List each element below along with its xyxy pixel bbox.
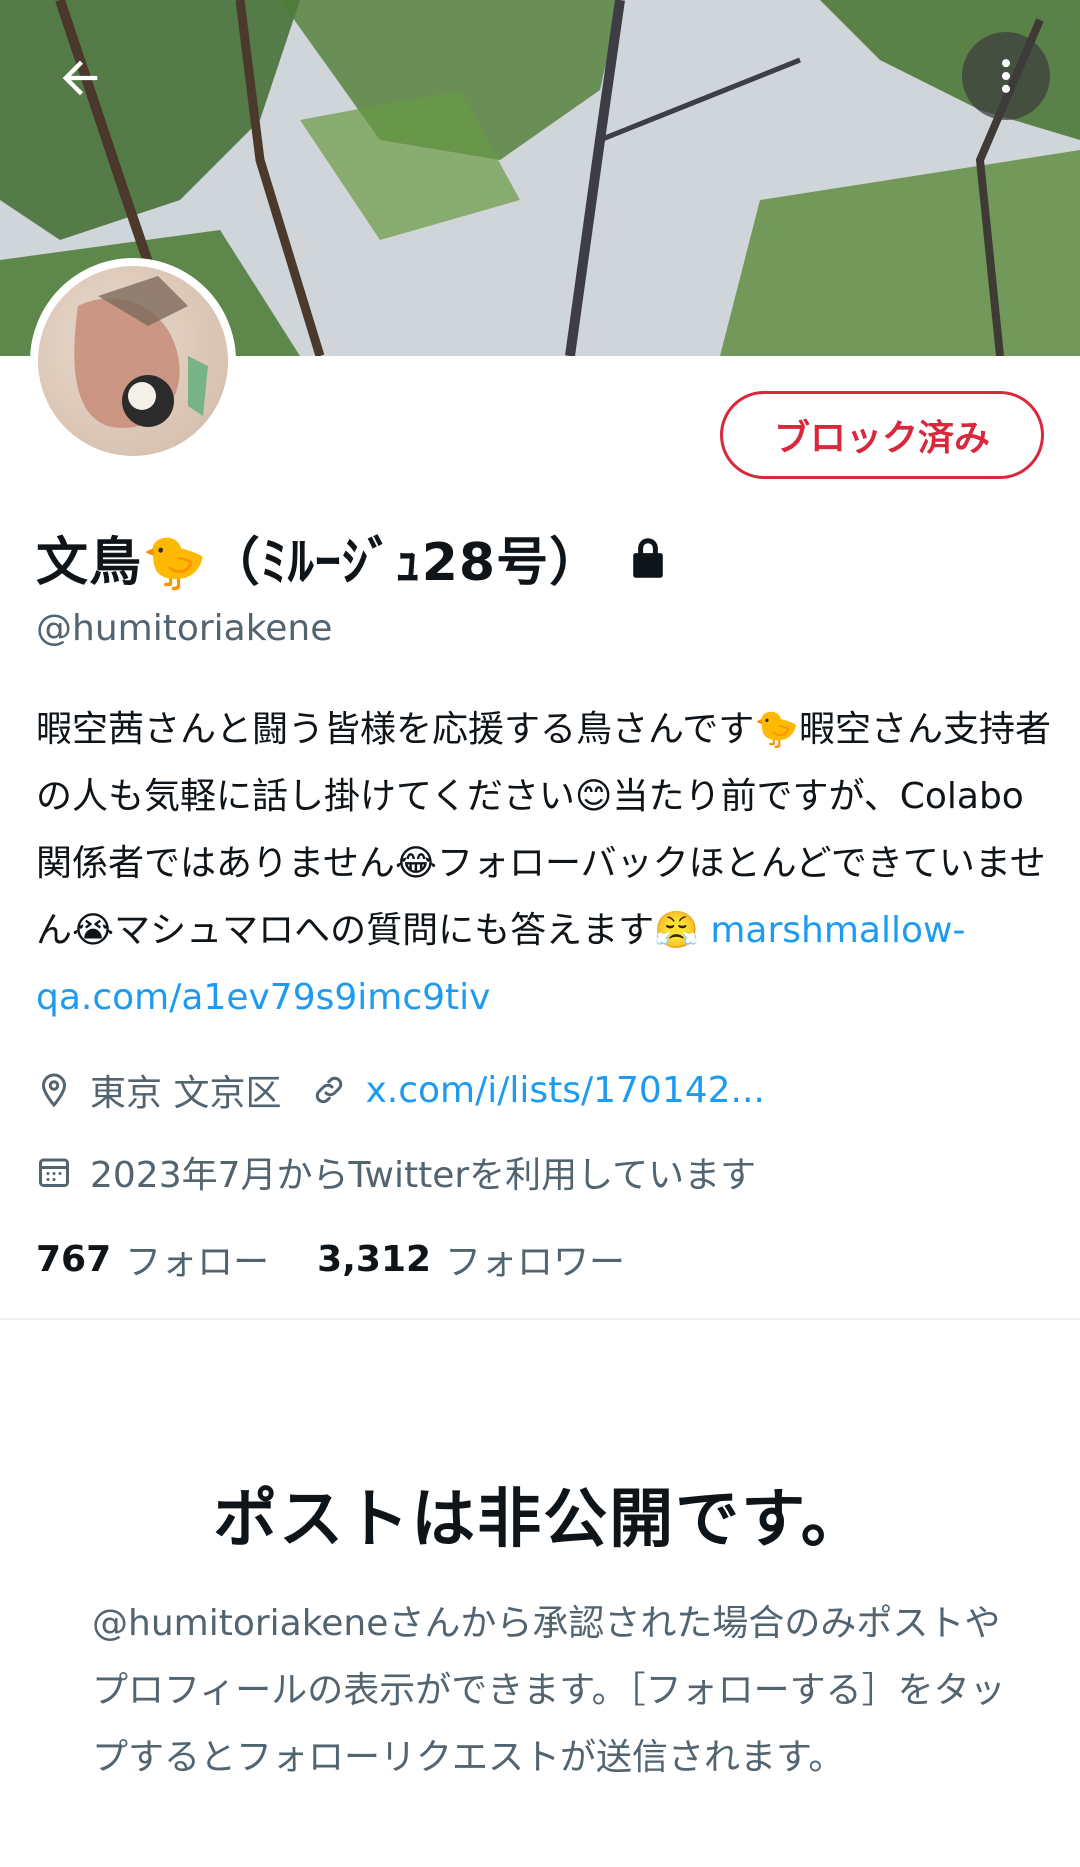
following-stat[interactable]: 767 フォロー	[36, 1233, 269, 1285]
blocked-button[interactable]: ブロック済み	[720, 391, 1044, 479]
lock-icon	[633, 537, 663, 578]
follow-stats: 767 フォロー 3,312 フォロワー	[36, 1233, 625, 1285]
private-notice-description: @humitoriakeneさんから承認された場合のみポストやプロフィールの表示…	[92, 1603, 1006, 1778]
profile-bio: 暇空茜さんと闘う皆様を応援する鳥さんです🐤暇空さん支持者の人も気軽に話し掛けてく…	[36, 696, 1056, 1031]
more-vertical-icon	[1001, 59, 1011, 93]
followers-stat[interactable]: 3,312 フォロワー	[317, 1233, 625, 1285]
section-divider	[0, 1318, 1080, 1320]
more-options-button[interactable]	[962, 32, 1050, 120]
display-name-row: 文鳥🐤（ﾐﾙｰｼﾞｭ28号）	[36, 520, 668, 595]
profile-location: 東京 文京区	[90, 1073, 282, 1114]
link-icon	[316, 1076, 343, 1104]
followers-count: 3,312	[317, 1238, 432, 1280]
avatar[interactable]	[30, 258, 236, 464]
location-pin-icon	[41, 1073, 67, 1108]
profile-handle: @humitoriakene	[36, 608, 333, 649]
following-label: フォロー	[125, 1242, 270, 1283]
back-button[interactable]	[36, 34, 124, 122]
profile-meta-row: 東京 文京区 x.com/i/lists/170142...	[36, 1064, 765, 1116]
profile-website-link[interactable]: x.com/i/lists/170142...	[365, 1070, 764, 1111]
calendar-icon	[39, 1158, 69, 1187]
profile-joined-row: 2023年7月からTwitterを利用しています	[36, 1146, 756, 1198]
display-name: 文鳥🐤（ﾐﾙｰｼﾞｭ28号）	[36, 533, 603, 593]
followers-label: フォロワー	[445, 1242, 626, 1283]
arrow-left-icon	[62, 60, 98, 96]
private-notice-title: ポストは非公開です。	[213, 1483, 867, 1557]
avatar-image	[38, 266, 228, 456]
following-count: 767	[36, 1238, 112, 1280]
profile-joined-date: 2023年7月からTwitterを利用しています	[90, 1155, 757, 1196]
